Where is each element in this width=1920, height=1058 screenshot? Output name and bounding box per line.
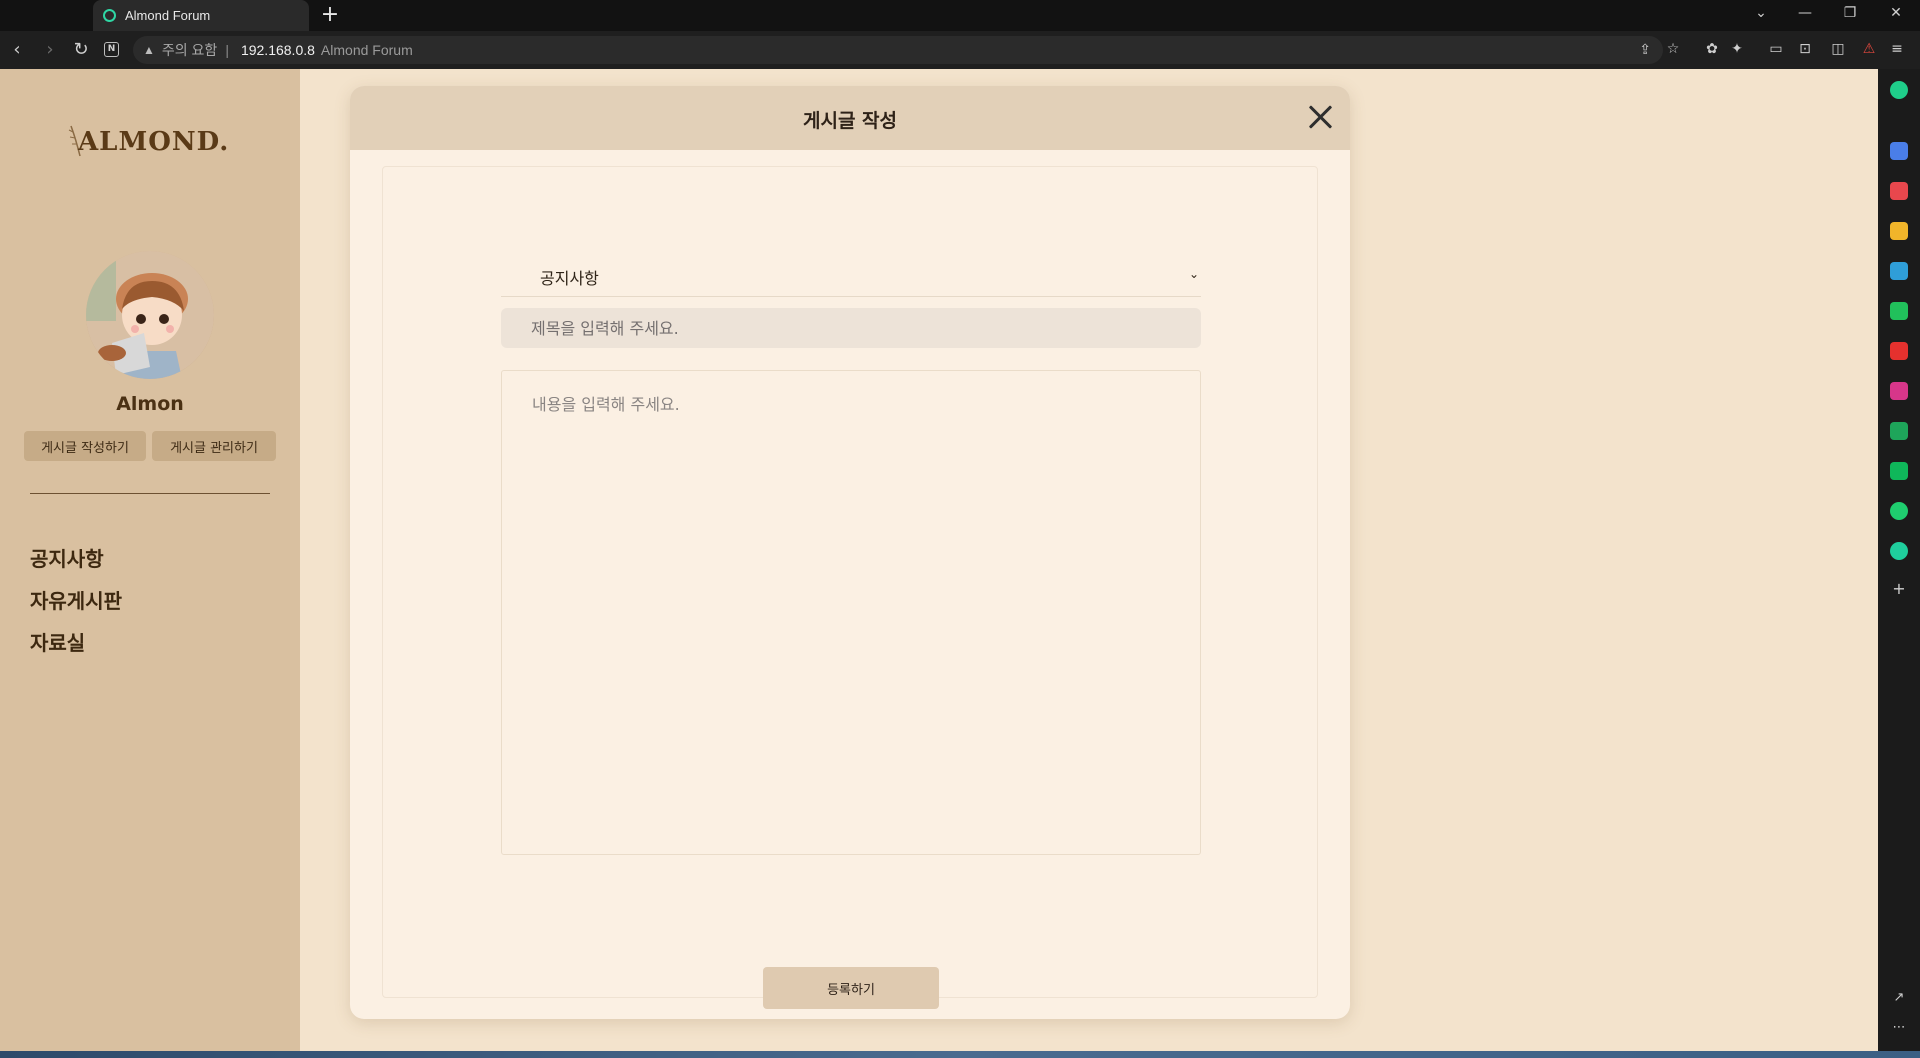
pip-icon[interactable]: ▭ bbox=[1767, 40, 1785, 58]
close-window-button[interactable]: ✕ bbox=[1886, 5, 1906, 21]
url-page-title: Almond Forum bbox=[320, 42, 413, 58]
url-host: 192.168.0.8 bbox=[240, 42, 315, 58]
tab-list-button[interactable]: ⌄ bbox=[1751, 5, 1771, 21]
naver-icon[interactable]: N bbox=[104, 42, 119, 57]
manage-posts-button[interactable]: 게시글 관리하기 bbox=[152, 431, 276, 461]
brand-logo[interactable]: ALMOND. bbox=[78, 127, 229, 157]
alert-icon[interactable]: ⚠ bbox=[1860, 40, 1878, 58]
app-sidebar: ALMOND. Almon 게시글 작성하기 게시글 관리하기 공지사항 자유게… bbox=[0, 69, 300, 1051]
instagram-icon[interactable] bbox=[1890, 382, 1908, 400]
sidebar-item-free-board[interactable]: 자유게시판 bbox=[30, 585, 122, 614]
avatar bbox=[86, 251, 214, 379]
youtube-icon[interactable] bbox=[1890, 342, 1908, 360]
bookmark-star-icon[interactable]: ☆ bbox=[1664, 40, 1682, 58]
sidebar-item-notice[interactable]: 공지사항 bbox=[30, 543, 104, 572]
warning-triangle-icon: ▲ bbox=[143, 43, 155, 57]
new-tab-button[interactable]: + bbox=[318, 3, 342, 27]
address-separator: | bbox=[225, 42, 229, 58]
browser-titlebar: Almond Forum + ⌄ — ❐ ✕ bbox=[0, 0, 1920, 31]
write-post-modal: 게시글 작성 공지사항 ⌄ 등록하기 bbox=[350, 86, 1350, 1019]
back-icon[interactable]: ‹ bbox=[6, 39, 28, 61]
category-select[interactable]: 공지사항 ⌄ bbox=[501, 257, 1201, 297]
browser-tab[interactable]: Almond Forum bbox=[93, 0, 309, 31]
sidebar-toggle-icon[interactable]: ◫ bbox=[1829, 40, 1847, 58]
whale-icon[interactable] bbox=[1890, 81, 1908, 99]
browser-logo-icon bbox=[8, 6, 70, 26]
edge-icon[interactable] bbox=[1890, 262, 1908, 280]
more-icon[interactable]: ⋯ bbox=[1890, 1019, 1908, 1037]
forward-icon[interactable]: › bbox=[39, 39, 61, 61]
title-input[interactable] bbox=[501, 308, 1201, 348]
post-form: 공지사항 ⌄ 등록하기 bbox=[382, 166, 1318, 1009]
tab-title: Almond Forum bbox=[125, 8, 211, 23]
bookmark-star-icon[interactable] bbox=[1890, 222, 1908, 240]
share-icon[interactable]: ⇪ bbox=[1639, 41, 1651, 58]
media-icon[interactable] bbox=[1890, 542, 1908, 560]
play-icon[interactable] bbox=[1890, 502, 1908, 520]
chat-icon[interactable] bbox=[1890, 302, 1908, 320]
menu-icon[interactable]: ≡ bbox=[1888, 40, 1906, 58]
browser-toolbar: ‹ › ↻ N ▲ 주의 요함 | 192.168.0.8 Almond For… bbox=[0, 31, 1920, 69]
restore-button[interactable]: ❐ bbox=[1840, 5, 1860, 21]
write-post-button[interactable]: 게시글 작성하기 bbox=[24, 431, 146, 461]
pocket-icon[interactable] bbox=[1890, 182, 1908, 200]
extensions-icon[interactable]: ✦ bbox=[1728, 40, 1746, 58]
chart-icon[interactable] bbox=[1890, 422, 1908, 440]
address-bar[interactable]: ▲ 주의 요함 | 192.168.0.8 Almond Forum ⇪ bbox=[133, 36, 1663, 64]
close-icon[interactable] bbox=[1303, 100, 1337, 134]
submit-button[interactable]: 등록하기 bbox=[763, 967, 939, 1009]
modal-title: 게시글 작성 bbox=[802, 110, 897, 132]
capture-icon[interactable]: ⊡ bbox=[1796, 40, 1814, 58]
os-taskbar bbox=[0, 1051, 1920, 1058]
chevron-down-icon: ⌄ bbox=[1188, 267, 1199, 281]
cookie-extension-icon[interactable]: ✿ bbox=[1703, 40, 1721, 58]
mail-icon[interactable] bbox=[1890, 142, 1908, 160]
user-name: Almon bbox=[116, 393, 184, 415]
category-selected-value: 공지사항 bbox=[540, 269, 599, 288]
content-textarea[interactable] bbox=[501, 370, 1201, 855]
browser-side-panel: + ↗ ⋯ bbox=[1878, 69, 1920, 1051]
external-link-icon[interactable]: ↗ bbox=[1890, 989, 1908, 1007]
modal-header: 게시글 작성 bbox=[350, 86, 1350, 150]
add-icon[interactable]: + bbox=[1890, 580, 1908, 598]
security-warning-text: 주의 요함 bbox=[161, 42, 218, 58]
minimize-button[interactable]: — bbox=[1795, 5, 1815, 21]
reload-icon[interactable]: ↻ bbox=[70, 39, 92, 61]
line-icon[interactable] bbox=[1890, 462, 1908, 480]
tab-favicon-icon bbox=[103, 9, 116, 22]
sidebar-divider bbox=[30, 493, 270, 494]
sidebar-item-archive[interactable]: 자료실 bbox=[30, 627, 85, 656]
